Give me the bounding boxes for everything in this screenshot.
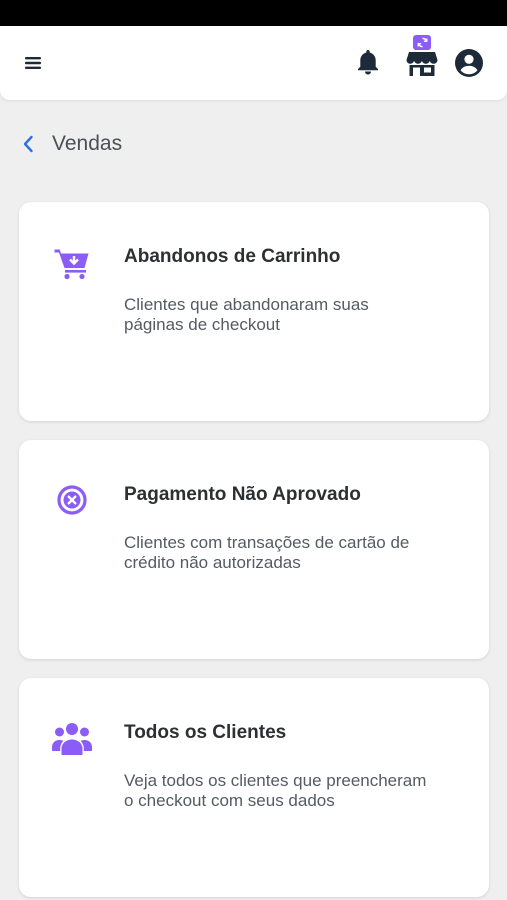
close-circle-icon — [57, 485, 87, 515]
card-icon-wrapper — [51, 479, 93, 521]
cart-download-icon — [54, 249, 89, 280]
account-circle-icon — [455, 49, 483, 77]
card-icon-wrapper — [51, 243, 93, 285]
chevron-left-icon — [23, 135, 33, 153]
breadcrumb: Vendas — [22, 128, 122, 160]
bell-icon — [358, 50, 378, 75]
card-todos-os-clientes[interactable]: Todos os Clientes Veja todos os clientes… — [19, 678, 489, 897]
card-title: Abandonos de Carrinho — [124, 246, 341, 267]
store-sync-badge — [413, 35, 431, 50]
store-button[interactable] — [405, 35, 439, 79]
card-description: Veja todos os clientes que preencheram o… — [124, 771, 427, 810]
account-button[interactable] — [454, 48, 484, 78]
sync-icon — [417, 37, 427, 48]
card-description: Clientes que abandonaram suas páginas de… — [124, 295, 369, 334]
menu-button[interactable] — [22, 52, 44, 74]
page-title: Vendas — [52, 132, 123, 155]
app-header — [0, 26, 507, 100]
card-icon-wrapper — [51, 717, 93, 759]
status-bar — [0, 0, 507, 26]
storefront-icon — [406, 52, 438, 76]
card-pagamento-nao-aprovado[interactable]: Pagamento Não Aprovado Clientes com tran… — [19, 440, 489, 659]
card-title: Todos os Clientes — [124, 722, 287, 743]
notifications-button[interactable] — [353, 46, 383, 78]
card-description: Clientes com transações de cartão de cré… — [124, 533, 410, 572]
card-abandonos-carrinho[interactable]: Abandonos de Carrinho Clientes que aband… — [19, 202, 489, 421]
card-title: Pagamento Não Aprovado — [124, 484, 361, 505]
hamburger-menu-icon — [25, 57, 41, 69]
users-group-icon — [52, 723, 92, 755]
back-button[interactable] — [22, 134, 42, 154]
